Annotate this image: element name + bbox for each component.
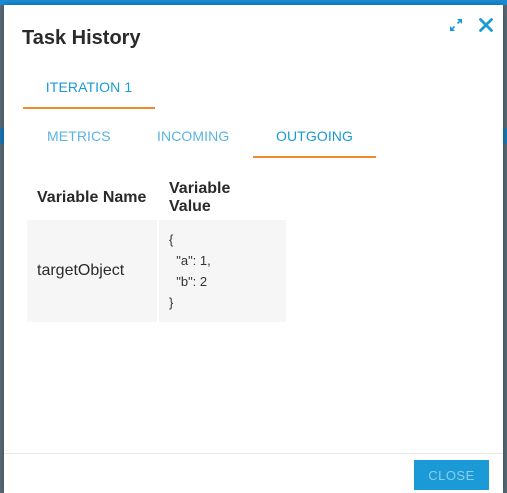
tab-incoming[interactable]: INCOMING <box>157 128 229 144</box>
close-icon[interactable] <box>477 16 495 34</box>
table-row: targetObject { "a": 1, "b": 2 } <box>27 220 286 322</box>
tab-iteration-1[interactable]: ITERATION 1 <box>23 79 155 95</box>
tab-outgoing-underline <box>253 156 376 158</box>
table-header-row: Variable Name Variable Value <box>27 176 286 220</box>
column-header-variable-name: Variable Name <box>37 189 147 206</box>
variables-table: Variable Name Variable Value targetObjec… <box>25 176 288 322</box>
column-header-variable-value: Variable Value <box>169 180 231 215</box>
tab-metrics[interactable]: METRICS <box>47 128 111 144</box>
tab-outgoing[interactable]: OUTGOING <box>253 128 376 144</box>
dialog-title: Task History <box>22 27 141 49</box>
variable-value-json: { "a": 1, "b": 2 } <box>169 232 211 310</box>
variable-value-cell: { "a": 1, "b": 2 } <box>159 220 286 322</box>
close-button[interactable]: CLOSE <box>414 460 489 490</box>
tab-iteration-underline <box>23 107 155 109</box>
expand-icon[interactable] <box>447 16 465 34</box>
variable-name-cell: targetObject <box>27 220 157 322</box>
dialog-footer: CLOSE <box>4 453 503 493</box>
task-history-dialog: Task History ITERATION 1 METRICS INCOMIN… <box>4 5 503 493</box>
